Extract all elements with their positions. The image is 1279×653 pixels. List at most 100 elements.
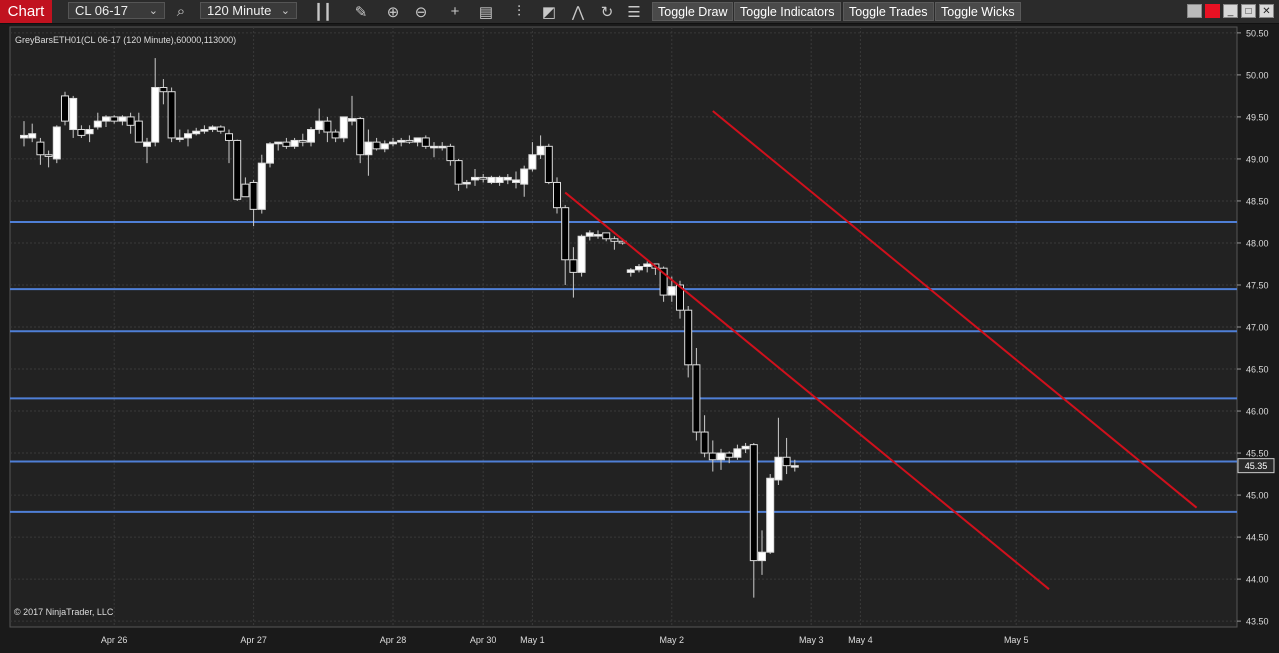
candle-body [626, 269, 635, 273]
candle-body [167, 91, 176, 139]
indicators-icon[interactable]: ⋀ [568, 0, 588, 23]
x-tick-label: May 3 [799, 635, 824, 645]
candle-body [487, 176, 496, 183]
candle [577, 234, 586, 277]
candle [553, 177, 561, 214]
period-selector[interactable]: 120 Minute ⌄ [200, 2, 297, 19]
candle-body [503, 176, 512, 181]
zoom-in-icon[interactable]: ⊕ [383, 0, 403, 23]
instrument-selector[interactable]: CL 06-17 ⌄ [68, 2, 165, 19]
candle-body [758, 551, 766, 562]
candle-body [413, 137, 422, 143]
candle-body [544, 145, 553, 183]
x-tick-label: May 5 [1004, 635, 1029, 645]
y-tick-label: 44.00 [1246, 575, 1269, 585]
candle-body [569, 259, 578, 273]
x-tick-label: Apr 30 [470, 635, 497, 645]
zoom-out-icon[interactable]: ⊖ [411, 0, 431, 23]
x-tick-label: Apr 26 [101, 635, 128, 645]
candle-body [61, 95, 69, 122]
candle [167, 87, 176, 143]
candle-body [749, 444, 758, 562]
price-chart[interactable]: 50.50 50.00 49.50 49.00 48.50 48.00 47.50 47.00… [0, 24, 1279, 653]
candle-body [77, 129, 86, 136]
data-box-icon[interactable]: ▤ [476, 0, 496, 23]
y-tick-label: 50.00 [1246, 70, 1269, 80]
candle-body [561, 207, 570, 261]
refresh-icon[interactable]: ↻ [597, 0, 617, 23]
candle-body [667, 286, 676, 296]
candle-body [233, 139, 242, 200]
period-label: 120 Minute [207, 3, 272, 18]
bar-style-icon[interactable]: ┃┃ [313, 0, 333, 23]
x-tick-label: Apr 28 [380, 635, 407, 645]
y-tick-label: 49.50 [1246, 112, 1269, 122]
candle-body [577, 235, 586, 273]
y-tick-label: 45.50 [1246, 449, 1269, 459]
candle-body [766, 477, 775, 553]
candle-body [192, 130, 201, 135]
y-tick-label: 47.00 [1246, 323, 1269, 333]
candle-body [397, 139, 406, 143]
minimize-icon[interactable]: _ [1223, 4, 1238, 18]
y-tick-label: 47.50 [1246, 280, 1269, 290]
pencil-icon[interactable]: ✎ [351, 0, 371, 23]
link-color-icon[interactable] [1205, 4, 1220, 18]
crosshair-icon[interactable]: + [445, 0, 465, 23]
candle-body [717, 452, 725, 461]
candle-body [610, 238, 619, 242]
x-tick-label: May 2 [660, 635, 685, 645]
candle-body [315, 120, 324, 131]
candle-body [266, 143, 274, 164]
candle-body [331, 131, 340, 139]
candle-body [438, 145, 447, 149]
candle-body [175, 137, 184, 140]
candle-body [528, 154, 537, 170]
candle-body [741, 445, 750, 450]
toggle-trades-button[interactable]: Toggle Trades [843, 2, 934, 21]
candle-body [274, 141, 283, 145]
last-price-label: 45.35 [1245, 461, 1268, 471]
candle-body [102, 116, 110, 122]
toggle-draw-button[interactable]: Toggle Draw [652, 2, 734, 21]
panel-title: GreyBarsETH01(CL 06-17 (120 Minute),6000… [15, 35, 237, 45]
toggle-wicks-button[interactable]: Toggle Wicks [935, 2, 1021, 21]
close-icon[interactable]: ✕ [1259, 4, 1274, 18]
candle-body [585, 232, 594, 237]
y-tick-label: 46.50 [1246, 365, 1269, 375]
candle-body [216, 126, 225, 132]
snap-window-icon[interactable] [1187, 4, 1202, 18]
maximize-icon[interactable]: □ [1241, 4, 1256, 18]
candle-body [249, 181, 258, 210]
candle [61, 91, 69, 126]
candle-body [380, 143, 389, 150]
candle-body [110, 116, 119, 122]
candle-body [479, 176, 488, 180]
candle-body [520, 168, 529, 185]
candle [52, 125, 61, 164]
candle-body [372, 141, 381, 150]
y-tick-label: 43.50 [1246, 617, 1269, 627]
candle-body [635, 265, 643, 271]
candle-body [421, 137, 430, 147]
chart-tab[interactable]: Chart [0, 0, 52, 23]
candle [766, 474, 775, 554]
candle-body [69, 97, 78, 131]
candle-body [782, 456, 791, 467]
candle-body [323, 120, 332, 133]
candle-body [462, 181, 471, 185]
properties-icon[interactable]: ☰ [624, 0, 644, 23]
candle-body [446, 145, 455, 162]
chevron-down-icon: ⌄ [148, 5, 158, 17]
candle-body [290, 139, 299, 147]
toggle-indicators-button[interactable]: Toggle Indicators [734, 2, 841, 21]
chart-style-icon[interactable]: ◩ [539, 0, 559, 23]
candle-body [225, 133, 233, 141]
strategy-icon[interactable]: ⫶ [509, 0, 529, 23]
candle-body [495, 176, 504, 183]
candle-body [692, 364, 701, 433]
candle-body [364, 141, 373, 156]
y-tick-label: 50.50 [1246, 28, 1269, 38]
search-icon[interactable]: ⌕ [171, 0, 191, 23]
candle-body [708, 452, 717, 461]
